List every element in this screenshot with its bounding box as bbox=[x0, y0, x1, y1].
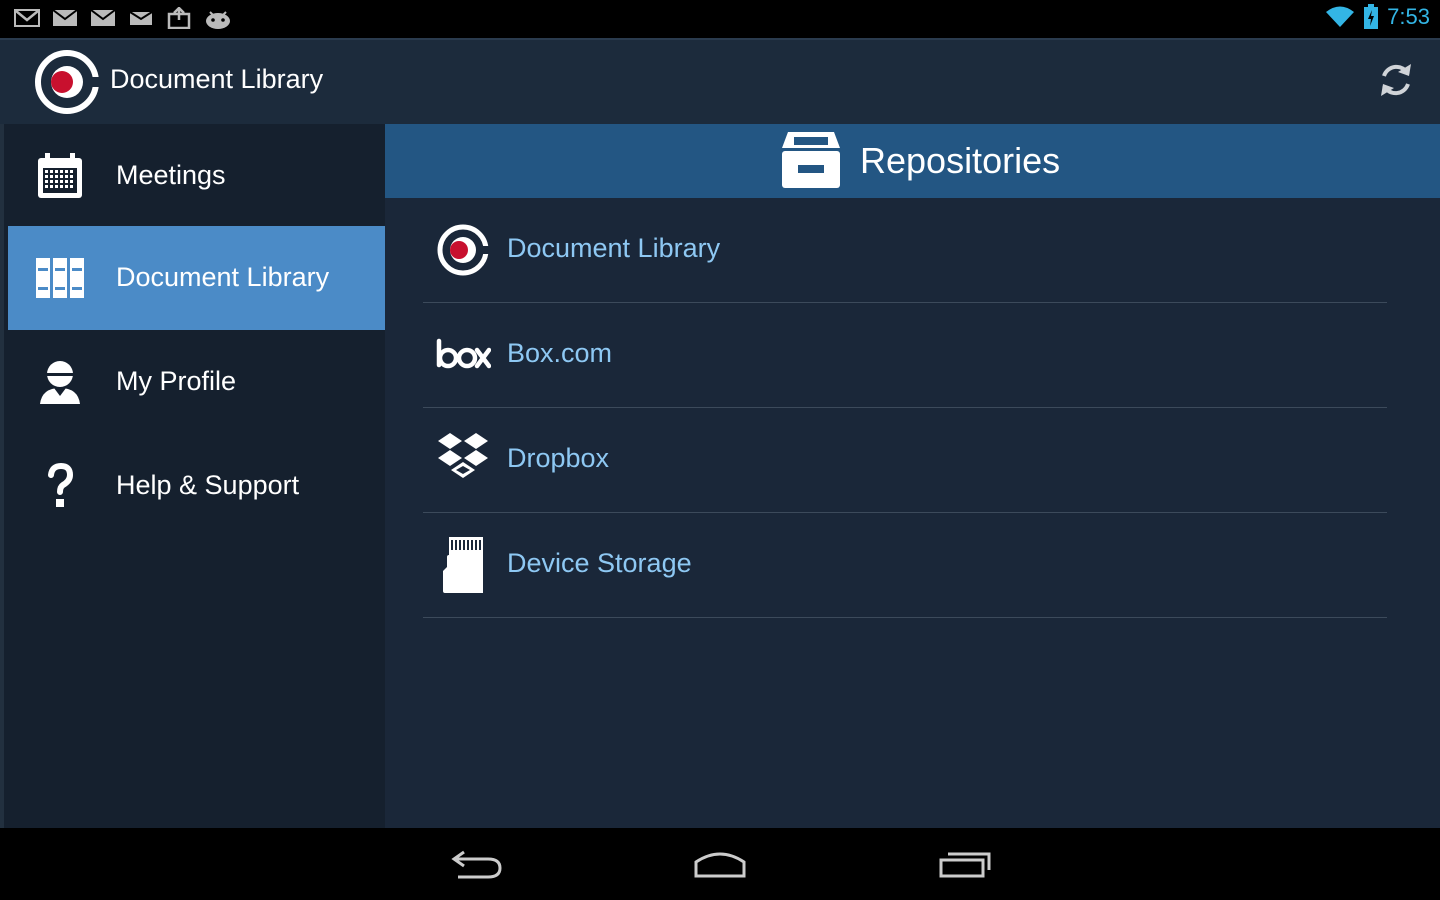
sd-card-icon bbox=[443, 537, 483, 593]
sidebar-item-my-profile[interactable]: My Profile bbox=[8, 330, 389, 434]
status-bar: 7:53 bbox=[0, 0, 1440, 38]
app-logo-icon bbox=[437, 224, 489, 276]
system-nav-bar bbox=[0, 828, 1440, 900]
question-icon bbox=[48, 462, 74, 507]
main-panel: Repositories Document Library Box.com Dr… bbox=[385, 124, 1440, 828]
mail-icon bbox=[129, 11, 153, 25]
gmail-icon bbox=[14, 9, 40, 27]
sidebar-item-document-library[interactable]: Document Library bbox=[8, 226, 389, 330]
repo-item-box[interactable]: Box.com bbox=[423, 303, 1387, 408]
repositories-header: Repositories bbox=[385, 124, 1440, 198]
mail-icon bbox=[90, 9, 116, 26]
back-icon[interactable] bbox=[450, 846, 504, 882]
user-icon bbox=[40, 361, 80, 404]
wifi-icon bbox=[1326, 6, 1355, 27]
sidebar-item-help-support[interactable]: Help & Support bbox=[8, 434, 389, 538]
page-title: Repositories bbox=[860, 140, 1061, 181]
briefcase-upload-icon bbox=[167, 7, 191, 29]
sidebar-item-label: Meetings bbox=[116, 160, 226, 190]
calendar-icon bbox=[38, 153, 82, 198]
status-right: 7:53 bbox=[1325, 4, 1430, 30]
dropbox-icon bbox=[438, 433, 488, 478]
repo-label: Dropbox bbox=[507, 443, 610, 473]
repo-label: Box.com bbox=[507, 338, 613, 368]
sidebar-item-meetings[interactable]: Meetings bbox=[8, 124, 389, 228]
refresh-icon[interactable] bbox=[1378, 60, 1414, 100]
app-logo-icon[interactable] bbox=[34, 49, 100, 115]
clock: 7:53 bbox=[1387, 4, 1430, 29]
archive-icon bbox=[782, 132, 840, 188]
notification-icons bbox=[14, 7, 232, 29]
home-icon[interactable] bbox=[692, 846, 748, 882]
android-icon bbox=[206, 11, 230, 29]
sidebar-item-label: Document Library bbox=[116, 262, 330, 292]
sidebar-item-label: My Profile bbox=[116, 366, 237, 396]
box-logo-icon bbox=[436, 338, 491, 369]
repo-item-dropbox[interactable]: Dropbox bbox=[423, 408, 1387, 513]
app-title: Document Library bbox=[110, 64, 324, 94]
recents-icon[interactable] bbox=[938, 846, 994, 882]
sidebar: Meetings Document Library My Profile Hel… bbox=[0, 124, 389, 828]
action-bar: Document Library bbox=[0, 38, 1440, 124]
repo-item-document-library[interactable]: Document Library bbox=[423, 198, 1387, 303]
books-icon bbox=[36, 258, 84, 298]
battery-charging-icon bbox=[1364, 4, 1379, 29]
repo-item-device-storage[interactable]: Device Storage bbox=[423, 513, 1387, 618]
sidebar-item-label: Help & Support bbox=[116, 470, 300, 500]
repo-label: Document Library bbox=[507, 233, 721, 263]
mail-icon bbox=[52, 9, 78, 26]
repo-label: Device Storage bbox=[507, 548, 692, 578]
